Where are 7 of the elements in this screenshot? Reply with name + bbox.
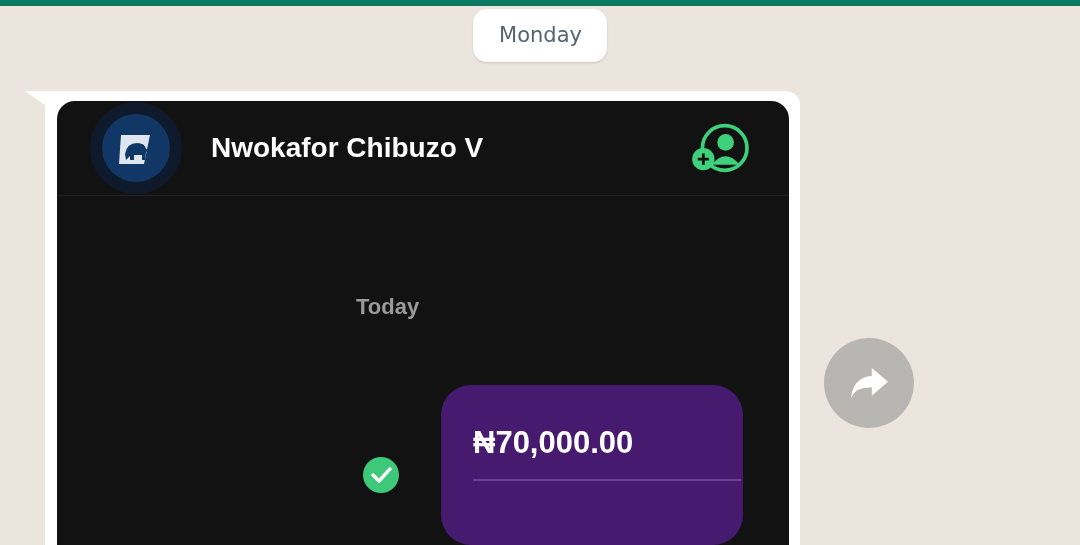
transfer-amount: ₦70,000.00 bbox=[473, 425, 634, 461]
bank-logo-icon bbox=[90, 102, 182, 194]
forward-arrow-icon bbox=[850, 368, 888, 398]
date-chip: Monday bbox=[473, 9, 607, 62]
contact-name: Nwokafor Chibuzo V bbox=[211, 132, 485, 164]
add-contact-icon[interactable] bbox=[691, 122, 751, 174]
day-label: Today bbox=[356, 294, 420, 320]
